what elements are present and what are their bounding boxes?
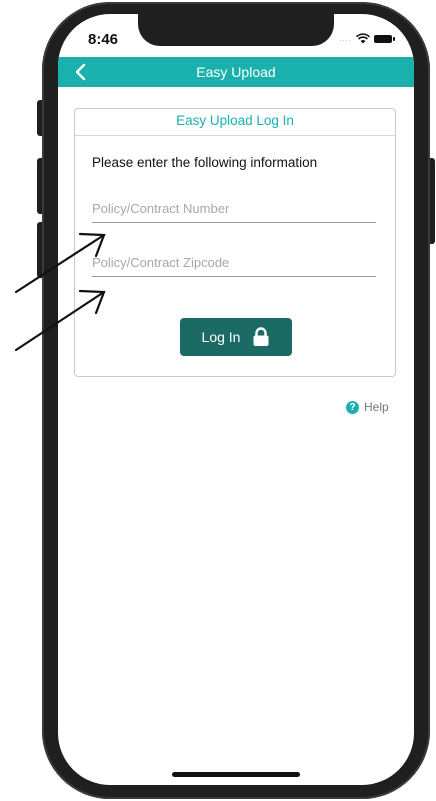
zipcode-input[interactable] bbox=[92, 255, 376, 277]
battery-icon bbox=[374, 34, 395, 43]
card-title: Easy Upload Log In bbox=[75, 109, 395, 136]
stage: 8:46 .... Easy Upload Easy Upload Log In… bbox=[0, 0, 436, 801]
signal-dots: .... bbox=[339, 34, 352, 43]
question-circle-icon: ? bbox=[346, 400, 359, 414]
status-time: 8:46 bbox=[88, 31, 119, 48]
navbar: Easy Upload bbox=[58, 57, 414, 87]
phone-screen: 8:46 .... Easy Upload Easy Upload Log In… bbox=[58, 14, 414, 785]
help-link[interactable]: ? Help bbox=[346, 400, 389, 414]
policy-number-input[interactable] bbox=[92, 201, 376, 223]
login-button[interactable]: Log In bbox=[180, 318, 292, 356]
login-button-label: Log In bbox=[201, 329, 241, 345]
help-label: Help bbox=[364, 400, 389, 414]
wifi-icon bbox=[356, 33, 370, 44]
notch bbox=[138, 14, 334, 46]
status-icons: .... bbox=[339, 33, 395, 44]
login-card: Easy Upload Log In Please enter the foll… bbox=[74, 108, 396, 377]
instructions-text: Please enter the following information bbox=[92, 155, 318, 170]
lock-icon bbox=[253, 327, 269, 346]
nav-title: Easy Upload bbox=[196, 64, 276, 80]
home-indicator bbox=[172, 772, 300, 777]
